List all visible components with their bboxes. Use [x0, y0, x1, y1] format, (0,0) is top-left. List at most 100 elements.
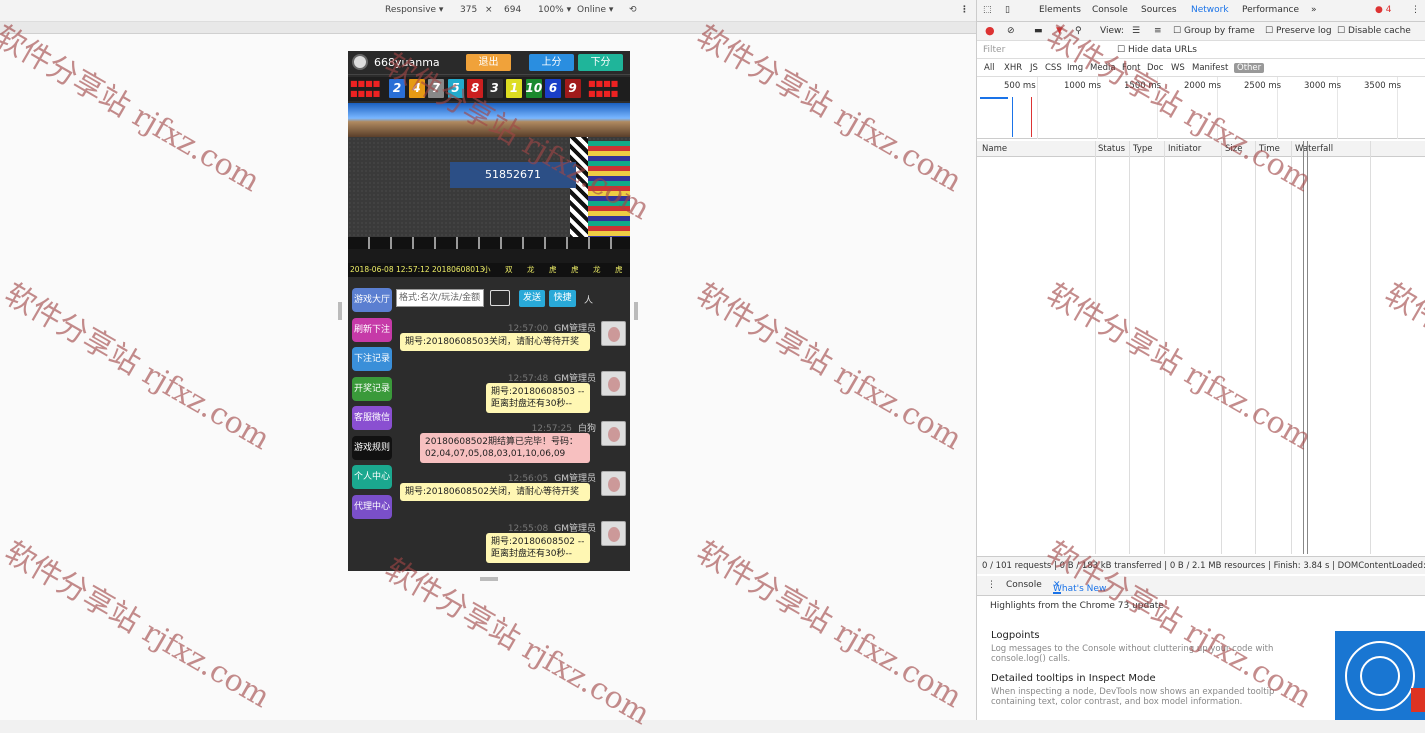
item-title[interactable]: Logpoints: [991, 630, 1040, 641]
type-filter[interactable]: Media: [1090, 63, 1116, 73]
dom-marker: [1012, 97, 1013, 137]
rotate-icon[interactable]: ⟲: [629, 5, 637, 15]
large-rows-icon[interactable]: ☰: [1132, 26, 1140, 36]
type-filter[interactable]: XHR: [1004, 63, 1022, 73]
message-avatar[interactable]: [601, 371, 626, 396]
column-header[interactable]: Name: [982, 144, 1007, 154]
inspect-icon[interactable]: ⬚: [983, 5, 992, 15]
group-by-frame-checkbox[interactable]: ☐ Group by frame: [1173, 26, 1255, 36]
column-header[interactable]: Initiator: [1168, 144, 1201, 154]
devtools-tab[interactable]: Elements: [1039, 5, 1081, 15]
column-header[interactable]: Type: [1133, 144, 1153, 154]
devtools-menu-icon[interactable]: ⋮: [1411, 5, 1420, 15]
side-button[interactable]: 下注记录: [352, 347, 392, 371]
type-filter[interactable]: Other: [1234, 63, 1265, 73]
message-avatar[interactable]: [601, 321, 626, 346]
column-header[interactable]: Time: [1259, 144, 1280, 154]
throttle-select[interactable]: Online ▾: [577, 5, 613, 15]
camera-icon[interactable]: ▬: [1034, 26, 1043, 36]
zoom-select[interactable]: 100% ▾: [538, 5, 571, 15]
type-filter[interactable]: All: [984, 63, 995, 73]
overview-bar: [980, 97, 1008, 99]
filter-input[interactable]: Filter: [983, 45, 1005, 55]
countdown-label-2: ■■■■: [588, 89, 619, 98]
result-number: 7: [428, 79, 444, 98]
side-button[interactable]: 刷新下注: [352, 317, 392, 342]
race-stands: [348, 103, 630, 137]
drawer-tab-console[interactable]: Console: [1006, 580, 1042, 590]
more-options-icon[interactable]: ⋮: [960, 5, 969, 15]
drawer-tab-bar: ⋮ Console What's New ✕: [977, 576, 1425, 596]
info-cell: 虎: [615, 265, 623, 274]
device-select[interactable]: Responsive ▾: [385, 5, 443, 15]
withdraw-button[interactable]: 下分: [578, 54, 623, 71]
device-toggle-icon[interactable]: ▯: [1005, 5, 1010, 15]
result-number: 6: [545, 79, 561, 98]
info-cell: 龙: [527, 265, 535, 274]
type-filter[interactable]: Manifest: [1192, 63, 1228, 73]
column-header[interactable]: Status: [1098, 144, 1125, 154]
type-filter[interactable]: JS: [1030, 63, 1038, 73]
height-input[interactable]: 694: [504, 5, 521, 15]
dimension-separator: ×: [485, 5, 493, 15]
left-resize-handle[interactable]: [338, 302, 342, 320]
preserve-log-checkbox[interactable]: ☐ Preserve log: [1265, 26, 1332, 36]
info-cell: 虎: [549, 265, 557, 274]
user-avatar[interactable]: [352, 54, 368, 70]
message-avatar[interactable]: [601, 471, 626, 496]
type-filter[interactable]: CSS: [1045, 63, 1062, 73]
message-avatar[interactable]: [601, 521, 626, 546]
type-filter[interactable]: Img: [1067, 63, 1083, 73]
disable-cache-checkbox[interactable]: ☐ Disable cache: [1337, 26, 1411, 36]
side-button[interactable]: 个人中心: [352, 465, 392, 489]
quick-button[interactable]: 快捷: [549, 290, 576, 307]
chat-input[interactable]: 格式:名次/玩法/金额: [396, 289, 484, 307]
devtools-tab[interactable]: Network: [1191, 5, 1229, 15]
devtools-tab[interactable]: Console: [1092, 5, 1128, 15]
right-resize-handle[interactable]: [634, 302, 638, 320]
timeline-tick: 500 ms: [1004, 81, 1036, 91]
keyboard-icon[interactable]: [490, 290, 510, 306]
feedback-icon[interactable]: [1411, 688, 1425, 712]
side-button[interactable]: 开奖记录: [352, 376, 392, 401]
devtools-tab[interactable]: Sources: [1141, 5, 1177, 15]
item-title[interactable]: Detailed tooltips in Inspect Mode: [991, 673, 1156, 684]
side-button[interactable]: 代理中心: [352, 494, 392, 519]
search-icon[interactable]: ⚲: [1075, 26, 1082, 36]
message-bubble: 期号:20180608502 --距离封盘还有30秒--: [486, 533, 590, 563]
bottom-resize-handle[interactable]: [480, 577, 498, 581]
devtools-tab[interactable]: »: [1311, 5, 1317, 15]
deposit-button[interactable]: 上分: [529, 54, 574, 71]
hide-data-urls-checkbox[interactable]: ☐ Hide data URLs: [1117, 45, 1197, 55]
username: 668yuanma: [374, 56, 440, 69]
side-button[interactable]: 客服微信: [352, 406, 392, 430]
devtools-tab[interactable]: Performance: [1242, 5, 1299, 15]
type-filter[interactable]: Font: [1122, 63, 1141, 73]
message-avatar[interactable]: [601, 421, 626, 446]
resource-type-filter: All XHR JS CSS Img Media Font Doc WS Manifest Othe…: [977, 59, 1425, 77]
drawer-tab-whats-new[interactable]: What's New ✕: [1053, 580, 1106, 594]
clear-icon[interactable]: ⊘: [1007, 26, 1015, 36]
load-marker: [1031, 97, 1032, 137]
record-icon[interactable]: ●: [985, 24, 995, 37]
filter-icon[interactable]: ▼: [1056, 26, 1063, 36]
timeline-tick: 2000 ms: [1184, 81, 1222, 91]
result-number: 3: [486, 79, 503, 98]
type-filter[interactable]: WS: [1171, 63, 1185, 73]
send-button[interactable]: 发送: [519, 290, 545, 307]
side-button[interactable]: 游戏规则: [352, 435, 392, 460]
network-toolbar: ● ⊘ ▬ ▼ ⚲ View: ☰ ≡ ☐ Group by frame ☐ P…: [977, 22, 1425, 41]
logout-button[interactable]: 退出: [466, 54, 511, 71]
drawer-menu-icon[interactable]: ⋮: [987, 580, 996, 590]
error-icon[interactable]: ● 4: [1375, 5, 1391, 15]
message-bubble: 期号:20180608503关闭，请耐心等待开奖: [400, 333, 590, 351]
type-filter[interactable]: Doc: [1147, 63, 1163, 73]
status-bar: 0 / 101 requests | 0 B / 183 kB transfer…: [977, 556, 1425, 574]
message-bubble: 期号:20180608502关闭，请耐心等待开奖: [400, 483, 590, 501]
side-button[interactable]: 游戏大厅: [352, 288, 392, 312]
overview-icon[interactable]: ≡: [1154, 26, 1162, 36]
column-header[interactable]: Size: [1225, 144, 1242, 154]
request-table-header: Name Status Type Initiator Size Time Waterfall: [977, 141, 1425, 157]
width-input[interactable]: 375: [460, 5, 477, 15]
column-header[interactable]: Waterfall: [1295, 144, 1333, 154]
